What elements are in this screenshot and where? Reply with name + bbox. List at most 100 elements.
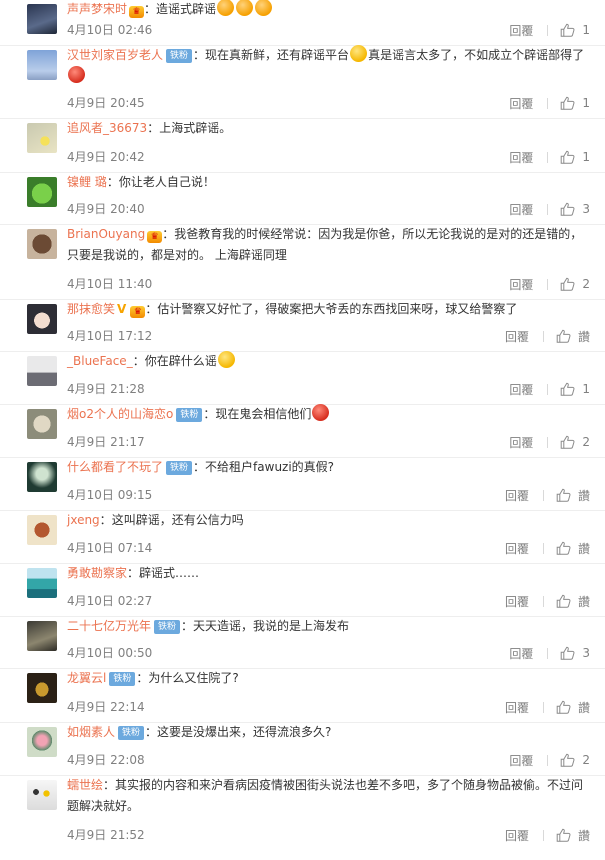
username-link[interactable]: 什么都看了不玩了 (67, 460, 163, 474)
like-button[interactable]: 2 (560, 277, 590, 291)
like-button[interactable]: 2 (560, 753, 590, 767)
username-link[interactable]: 蠕世绘 (67, 778, 103, 792)
comment-text: 你让老人自己说！ (118, 175, 215, 189)
like-count: 3 (582, 202, 590, 216)
like-button[interactable]: 讚 (556, 487, 590, 504)
avatar[interactable] (27, 409, 57, 439)
comment-item: 汉世刘家百岁老人 铁粉 ：现在真新鲜，还有辟谣平台 真是谣言太多了，不如成立个辟谣部得… (0, 45, 605, 119)
tiefen-badge: 铁粉 (154, 620, 181, 634)
reply-button[interactable]: 回覆 (505, 328, 529, 345)
comment-actions: 回覆 2 (509, 752, 590, 768)
avatar[interactable] (27, 568, 57, 598)
avatar[interactable] (27, 462, 57, 492)
reply-button[interactable]: 回覆 (509, 752, 533, 769)
like-button[interactable]: 2 (560, 435, 590, 449)
avatar[interactable] (27, 673, 57, 703)
like-button[interactable]: 讚 (556, 540, 590, 557)
comment-content: 声声梦宋时 ♛ ：造谣式辟谣 (67, 0, 585, 20)
comment-content: jxeng：这叫辟谣，还有公信力吗 (67, 510, 585, 531)
comment-timestamp: 4月9日 21:17 (67, 435, 145, 449)
reply-button[interactable]: 回覆 (509, 381, 533, 398)
like-button[interactable]: 1 (560, 23, 590, 37)
username-link[interactable]: 烟o2个人的山海恋o (67, 407, 173, 421)
username-link[interactable]: 龙翼云l (67, 671, 106, 685)
username-link[interactable]: 追风者_36673 (67, 121, 147, 135)
comment-content: 如烟素人 铁粉 ：这要是没爆出来，还得流浪多久? (67, 722, 585, 743)
action-divider (542, 542, 544, 554)
comment-content: 勇敢勘察家：辟谣式…… (67, 563, 585, 584)
like-count: 3 (582, 646, 590, 660)
username-link[interactable]: 勇敢勘察家 (67, 566, 127, 580)
username-link[interactable]: 汉世刘家百岁老人 (67, 48, 163, 62)
like-button[interactable]: 1 (560, 96, 590, 110)
reply-button[interactable]: 回覆 (505, 827, 529, 844)
action-divider (542, 330, 544, 342)
username-link[interactable]: _BlueFace_ (67, 354, 133, 368)
thumb-up-icon (561, 202, 575, 216)
like-count: 讚 (577, 700, 590, 715)
separator-colon: ： (127, 566, 140, 580)
like-button[interactable]: 讚 (556, 328, 590, 345)
avatar[interactable] (27, 4, 57, 34)
reply-button[interactable]: 回覆 (509, 149, 533, 166)
like-button[interactable]: 1 (560, 382, 590, 396)
username-link[interactable]: 如烟素人 (67, 725, 115, 739)
avatar[interactable] (27, 515, 57, 545)
username-link[interactable]: jxeng (67, 513, 100, 527)
comment-item: 龙翼云l 铁粉 ：为什么又住院了? 4月9日 22:14 回覆 讚 (0, 669, 605, 723)
avatar[interactable] (27, 356, 57, 386)
like-button[interactable]: 讚 (556, 827, 590, 844)
avatar[interactable] (27, 50, 57, 80)
username-link[interactable]: 声声梦宋时 (67, 2, 127, 16)
comment-content: 汉世刘家百岁老人 铁粉 ：现在真新鲜，还有辟谣平台 真是谣言太多了，不如成立个辟谣部得… (67, 45, 585, 87)
like-button[interactable]: 3 (560, 646, 590, 660)
username-link[interactable]: 二十七亿万光年 (67, 619, 151, 633)
thumb-up-icon (561, 382, 575, 396)
comment-item: 蠕世绘：其实报的内容和来沪看病因疫情被困街头说法也差不多吧，多了个随身物品被偷。… (0, 776, 605, 851)
comment-actions: 回覆 讚 (505, 593, 590, 609)
tiefen-badge: 铁粉 (166, 461, 193, 475)
like-count: 1 (582, 96, 590, 110)
avatar[interactable] (27, 304, 57, 334)
separator-colon: ： (106, 175, 119, 189)
reply-button[interactable]: 回覆 (509, 95, 533, 112)
avatar[interactable] (27, 727, 57, 757)
avatar[interactable] (27, 780, 57, 810)
reply-button[interactable]: 回覆 (509, 276, 533, 293)
username-link[interactable]: BrianOuyang (67, 227, 145, 241)
action-divider (547, 647, 549, 659)
comment-content: 什么都看了不玩了 铁粉 ：不给租户fawuzi的真假? (67, 457, 585, 478)
like-button[interactable]: 讚 (556, 699, 590, 716)
tiefen-badge: 铁粉 (166, 49, 193, 63)
reply-button[interactable]: 回覆 (505, 487, 529, 504)
separator-colon: ： (147, 121, 160, 135)
comment-item: 烟o2个人的山海恋o 铁粉 ：现在鬼会相信他们 4月9日 21:17 回覆 2 (0, 404, 605, 458)
username-link[interactable]: 镍鲤 璐 (67, 175, 107, 189)
avatar[interactable] (27, 621, 57, 651)
thumb-up-icon (556, 541, 571, 555)
avatar[interactable] (27, 177, 57, 207)
like-count: 1 (582, 23, 590, 37)
comment-item: _BlueFace_：你在辟什么谣 4月9日 21:28 回覆 1 (0, 351, 605, 405)
reply-button[interactable]: 回覆 (505, 593, 529, 610)
comment-item: 声声梦宋时 ♛ ：造谣式辟谣 4月10日 02:46 回覆 1 (0, 0, 605, 46)
reply-button[interactable]: 回覆 (505, 540, 529, 557)
comment-actions: 回覆 2 (509, 434, 590, 450)
reply-button[interactable]: 回覆 (509, 22, 533, 39)
reply-button[interactable]: 回覆 (509, 434, 533, 451)
comment-item: 二十七亿万光年 铁粉 ：天天造谣，我说的是上海发布 4月10日 00:50 回覆 3 (0, 617, 605, 669)
like-button[interactable]: 1 (560, 150, 590, 164)
action-divider (547, 278, 549, 290)
avatar[interactable] (27, 229, 57, 259)
like-button[interactable]: 3 (560, 202, 590, 216)
member-crown-icon: ♛ (130, 306, 146, 318)
reply-button[interactable]: 回覆 (509, 201, 533, 218)
like-button[interactable]: 讚 (556, 593, 590, 610)
comment-timestamp: 4月10日 00:50 (67, 646, 153, 660)
like-count: 2 (582, 435, 590, 449)
reply-button[interactable]: 回覆 (505, 699, 529, 716)
avatar[interactable] (27, 123, 57, 153)
reply-button[interactable]: 回覆 (509, 645, 533, 662)
emoji-laugh-icon (217, 0, 235, 16)
username-link[interactable]: 那抹愈笑 (67, 302, 115, 316)
